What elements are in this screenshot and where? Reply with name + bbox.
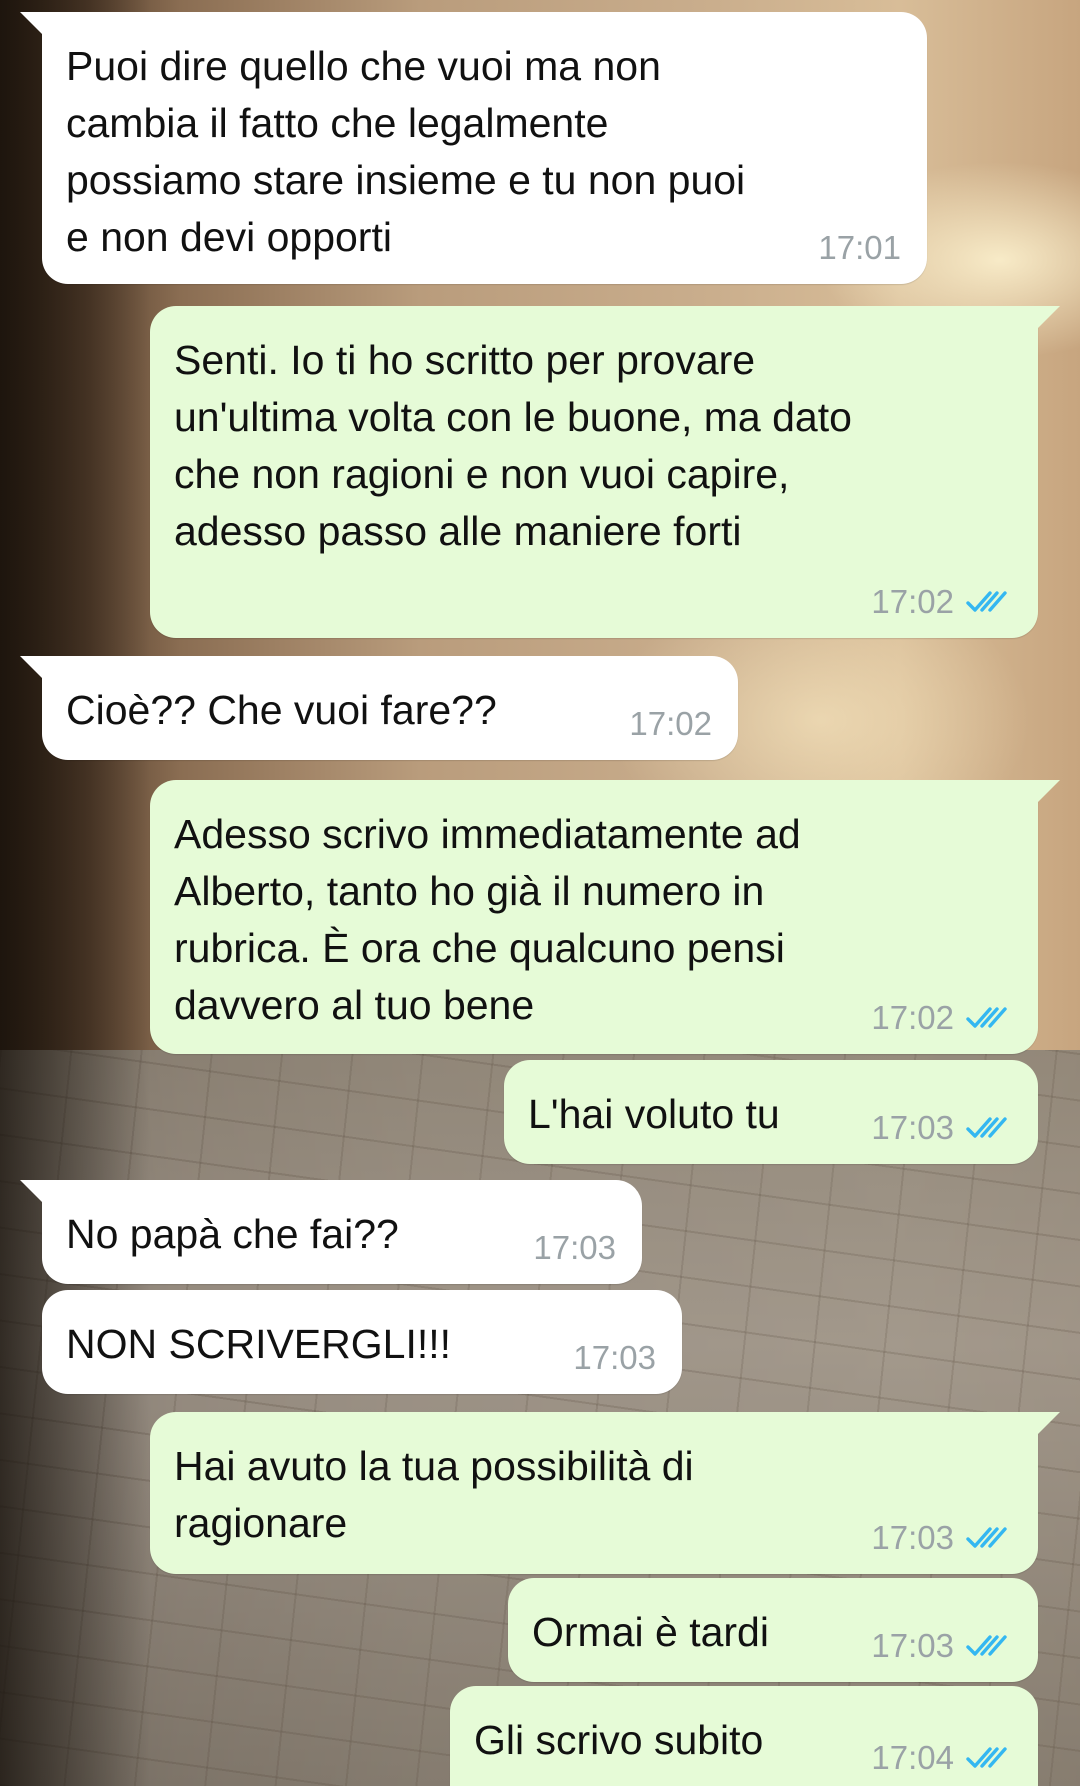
message-text: Puoi dire quello che vuoi ma non cambia …: [66, 43, 746, 260]
double-check-icon: [966, 1635, 1007, 1656]
message-meta: 17:01: [818, 230, 901, 266]
double-check-icon: [966, 1527, 1007, 1548]
message-meta: 17:03: [871, 1520, 1012, 1556]
message-timestamp: 17:03: [573, 1339, 656, 1376]
message-timestamp: 17:03: [871, 1109, 954, 1146]
double-check-icon: [966, 1747, 1007, 1768]
message-bubble-incoming[interactable]: NON SCRIVERGLI!!! 17:03: [42, 1290, 682, 1394]
message-bubble-outgoing[interactable]: Hai avuto la tua possibilità di ragionar…: [150, 1412, 1060, 1574]
message-timestamp: 17:03: [871, 1519, 954, 1556]
double-check-icon: [966, 591, 1007, 612]
message-meta: 17:03: [533, 1230, 616, 1266]
message-meta: 17:03: [871, 1110, 1012, 1146]
message-bubble-outgoing[interactable]: L'hai voluto tu 17:03: [504, 1060, 1038, 1164]
message-timestamp: 17:02: [629, 705, 712, 742]
message-text: Cioè?? Che vuoi fare??: [66, 687, 497, 733]
message-meta: 17:03: [871, 1628, 1012, 1664]
chat-message-list: Puoi dire quello che vuoi ma non cambia …: [0, 0, 1080, 1786]
message-meta: 17:02: [629, 706, 712, 742]
message-bubble-outgoing[interactable]: Gli scrivo subito 17:04: [450, 1686, 1038, 1786]
message-meta: 17:03: [573, 1340, 656, 1376]
message-timestamp: 17:03: [871, 1627, 954, 1664]
message-timestamp: 17:02: [871, 583, 954, 620]
message-bubble-outgoing[interactable]: Ormai è tardi 17:03: [508, 1578, 1038, 1682]
message-timestamp: 17:04: [871, 1739, 954, 1776]
double-check-icon: [966, 1117, 1007, 1138]
message-text: Senti. Io ti ho scritto per provare un'u…: [174, 337, 852, 554]
message-meta: 17:02: [871, 1000, 1012, 1036]
message-bubble-incoming[interactable]: No papà che fai?? 17:03: [20, 1180, 642, 1284]
message-timestamp: 17:03: [533, 1229, 616, 1266]
message-timestamp: 17:02: [871, 999, 954, 1036]
message-meta: 17:04: [871, 1740, 1012, 1776]
message-bubble-outgoing[interactable]: Adesso scrivo immediatamente ad Alberto,…: [150, 780, 1060, 1054]
double-check-icon: [966, 1007, 1007, 1028]
message-meta: 17:02: [871, 584, 1012, 620]
message-bubble-outgoing[interactable]: Senti. Io ti ho scritto per provare un'u…: [150, 306, 1060, 638]
message-text: NON SCRIVERGLI!!!: [66, 1321, 452, 1367]
message-timestamp: 17:01: [818, 229, 901, 266]
message-bubble-incoming[interactable]: Cioè?? Che vuoi fare?? 17:02: [20, 656, 738, 760]
message-bubble-incoming[interactable]: Puoi dire quello che vuoi ma non cambia …: [20, 12, 927, 284]
